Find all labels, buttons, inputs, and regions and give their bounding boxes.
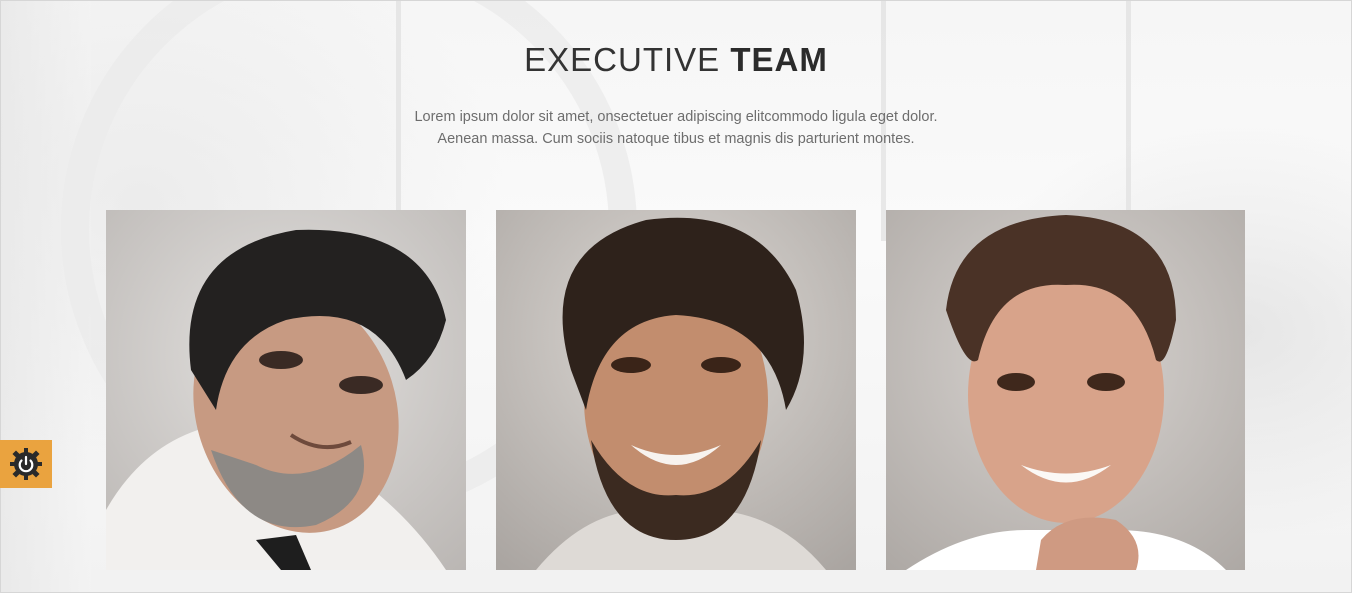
section-description: Lorem ipsum dolor sit amet, onsectetuer … [1, 106, 1351, 150]
description-line-2: Aenean massa. Cum sociis natoque tibus e… [437, 131, 915, 147]
portrait-smiling-man-curly-hair [496, 210, 856, 570]
title-bold: TEAM [730, 41, 828, 78]
team-member-photo-2[interactable] [496, 210, 856, 570]
power-gear-icon [10, 448, 42, 480]
team-section: EXECUTIVE TEAM Lorem ipsum dolor sit ame… [0, 0, 1352, 593]
section-title: EXECUTIVE TEAM [1, 41, 1351, 79]
team-member-photo-3[interactable] [886, 210, 1245, 570]
title-light: EXECUTIVE [524, 41, 721, 78]
team-member-photo-1[interactable] [106, 210, 466, 570]
description-line-1: Lorem ipsum dolor sit amet, onsectetuer … [414, 109, 938, 125]
settings-widget-button[interactable] [0, 440, 52, 488]
portrait-smiling-young-man [886, 210, 1245, 570]
portrait-bearded-man-dark-hair [106, 210, 466, 570]
